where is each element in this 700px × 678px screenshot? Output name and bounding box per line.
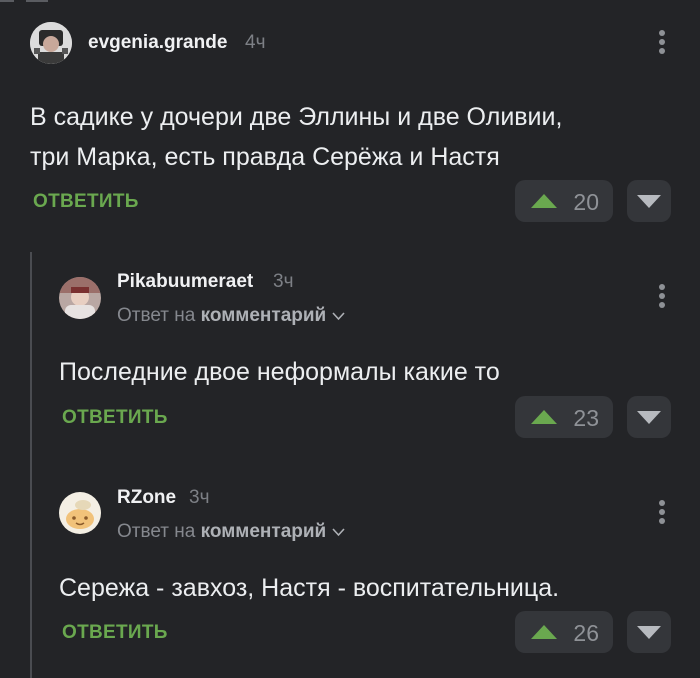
comment-text: В садике у дочери две Эллины и две Оливи… xyxy=(30,97,562,177)
reply-to-target: комментарий xyxy=(200,521,327,543)
comment-text: Последние двое неформалы какие то xyxy=(59,352,500,392)
comment-text: Сережа - завхоз, Настя - воспитательница… xyxy=(59,568,559,608)
chevron-down-icon xyxy=(332,305,345,327)
reply-to-link[interactable]: Ответ на комментарий xyxy=(117,521,345,543)
downvote-button[interactable] xyxy=(627,611,671,653)
author-name[interactable]: evgenia.grande xyxy=(88,32,227,54)
reply-to-prefix: Ответ на xyxy=(117,521,196,543)
author-name[interactable]: Pikabuumeraet xyxy=(117,271,253,293)
top-divider-right xyxy=(26,0,48,2)
kebab-menu-icon[interactable] xyxy=(656,30,668,58)
avatar[interactable] xyxy=(59,277,101,319)
triangle-down-icon xyxy=(637,626,661,639)
upvote-button[interactable]: 20 xyxy=(515,180,613,222)
rating-count: 23 xyxy=(573,405,599,431)
downvote-button[interactable] xyxy=(627,396,671,438)
reply-to-prefix: Ответ на xyxy=(117,305,196,327)
comment-time: 3ч xyxy=(189,487,210,508)
top-divider-left xyxy=(0,0,14,2)
thread-line xyxy=(30,252,32,678)
downvote-button[interactable] xyxy=(627,180,671,222)
triangle-up-icon xyxy=(531,194,557,208)
comment-text-line: Сережа - завхоз, Настя - воспитательница… xyxy=(59,574,560,602)
rating-count: 26 xyxy=(573,620,599,646)
chevron-down-icon xyxy=(332,521,345,543)
comment-time: 3ч xyxy=(273,271,294,292)
comment-time: 4ч xyxy=(245,32,266,53)
reply-button[interactable]: ОТВЕТИТЬ xyxy=(62,622,168,644)
upvote-button[interactable]: 23 xyxy=(515,396,613,438)
avatar[interactable] xyxy=(59,492,101,534)
triangle-up-icon xyxy=(531,410,557,424)
triangle-up-icon xyxy=(531,625,557,639)
comment-text-line: три Марка, есть правда Серёжа и Настя xyxy=(30,143,500,171)
triangle-down-icon xyxy=(637,195,661,208)
avatar[interactable] xyxy=(30,22,72,64)
comment-text-line: Последние двое неформалы какие то xyxy=(59,358,500,386)
rating-count: 20 xyxy=(573,189,599,215)
author-name[interactable]: RZone xyxy=(117,487,176,509)
reply-button[interactable]: ОТВЕТИТЬ xyxy=(62,407,168,429)
reply-button[interactable]: ОТВЕТИТЬ xyxy=(33,191,139,213)
reply-to-target: комментарий xyxy=(200,305,327,327)
reply-to-link[interactable]: Ответ на комментарий xyxy=(117,305,345,327)
kebab-menu-icon[interactable] xyxy=(656,500,668,528)
triangle-down-icon xyxy=(637,411,661,424)
upvote-button[interactable]: 26 xyxy=(515,611,613,653)
kebab-menu-icon[interactable] xyxy=(656,284,668,312)
comment-text-line: В садике у дочери две Эллины и две Оливи… xyxy=(30,103,563,131)
